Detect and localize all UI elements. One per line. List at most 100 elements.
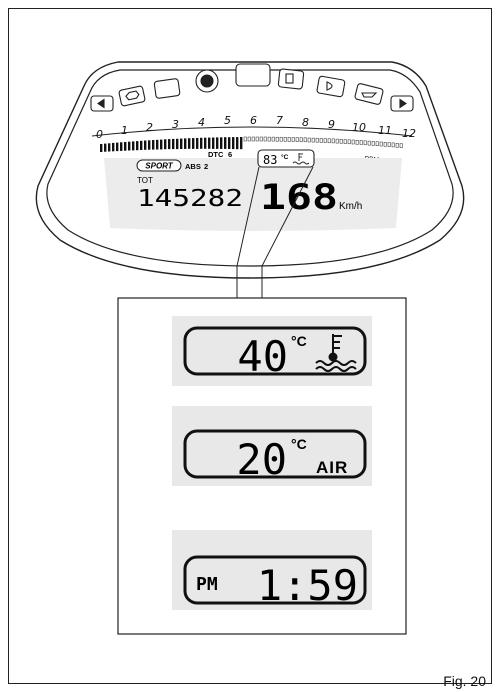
tacho-segment: [359, 140, 363, 145]
tacho-segment: [232, 137, 235, 150]
tacho-segment: [399, 143, 403, 148]
neutral-icon: [153, 78, 181, 99]
tacho-segment: [299, 137, 303, 142]
speed-unit: Km/h: [339, 201, 362, 212]
blank-icon: [235, 63, 271, 87]
tacho-segment: [172, 138, 175, 150]
tacho-11: 11: [378, 124, 392, 137]
abs-label: ABS: [185, 162, 201, 171]
tacho-segment: [379, 141, 383, 147]
tacho-segment: [180, 138, 183, 149]
tacho-segment: [116, 142, 119, 152]
tacho-0: 0: [96, 128, 103, 141]
tacho-segment: [259, 136, 263, 142]
tacho-segment: [247, 136, 251, 142]
tacho-segment: [275, 136, 279, 142]
tacho-segment: [184, 138, 187, 149]
tacho-segment: [243, 136, 247, 142]
air-display-unit: °C: [291, 436, 307, 452]
tacho-segment: [351, 139, 355, 145]
tacho-12: 12: [402, 127, 416, 140]
tacho-segment: [283, 137, 287, 142]
tacho-segment: [236, 137, 239, 150]
tacho-segment: [140, 140, 143, 150]
tacho-segment: [383, 142, 387, 147]
tacho-segment: [132, 141, 135, 151]
tacho-segment: [104, 143, 107, 152]
tacho-segment: [152, 140, 155, 150]
tacho-segment: [255, 136, 259, 142]
tacho-segment: [295, 137, 299, 142]
tacho-segment: [100, 144, 103, 152]
tacho-segment: [331, 138, 335, 144]
tacho-segment: [240, 137, 243, 150]
tacho-10: 10: [352, 121, 366, 134]
tacho-segment: [307, 137, 311, 143]
fuel-icon: [277, 68, 305, 90]
tacho-segment: [148, 140, 151, 150]
tacho-segment: [212, 137, 215, 149]
tacho-segment: [319, 138, 323, 143]
instrument-diagram: 0 1 2 3 4 5 6 7 8 9 10 11 12 RPM x 1000 …: [35, 61, 465, 635]
tacho-segment: [303, 137, 307, 143]
tacho-segment: [120, 142, 123, 151]
tacho-4: 4: [198, 116, 205, 129]
clock-display-prefix: PM: [196, 574, 218, 595]
tacho-segment: [311, 137, 315, 143]
tacho-segment: [343, 139, 347, 144]
tacho-6: 6: [250, 114, 257, 127]
tacho-segment: [112, 142, 115, 152]
tacho-segment: [375, 141, 379, 146]
tacho-segment: [363, 140, 367, 146]
tacho-segment: [168, 139, 171, 150]
tacho-segment: [224, 137, 227, 149]
tacho-segment: [188, 138, 191, 149]
tacho-segment: [220, 137, 223, 149]
tacho-segment: [136, 141, 139, 151]
tacho-9: 9: [328, 118, 335, 131]
tacho-segment: [391, 142, 395, 148]
clock-display-value: 1:59: [257, 561, 358, 610]
odometer-value: 145282: [137, 186, 243, 212]
figure-label: Fig. 20: [443, 673, 486, 689]
tacho-segment: [208, 137, 211, 149]
tot-label: TOT: [137, 176, 153, 185]
abs-value: 2: [204, 162, 208, 171]
tacho-segment: [291, 137, 295, 142]
tacho-segment: [200, 137, 203, 149]
tacho-segment: [371, 141, 375, 146]
sport-mode-label: SPORT: [145, 162, 174, 171]
tacho-8: 8: [302, 116, 309, 129]
dtc-value: 6: [228, 150, 232, 159]
tacho-segment: [339, 139, 343, 144]
tacho-segment: [192, 138, 195, 149]
tacho-segment: [204, 137, 207, 149]
temp-display-unit: °C: [291, 333, 307, 349]
tacho-segment: [271, 136, 275, 142]
tacho-3: 3: [172, 118, 179, 131]
tacho-segment: [267, 136, 271, 142]
tacho-1: 1: [121, 124, 128, 137]
dtc-label: DTC: [208, 150, 224, 159]
tacho-segment: [327, 138, 331, 144]
lcd-temp-unit: °C: [281, 153, 289, 161]
tacho-segment: [279, 136, 283, 142]
tacho-segment: [176, 138, 179, 150]
tacho-segment: [144, 140, 147, 150]
tacho-segment: [367, 140, 371, 146]
tacho-7: 7: [276, 114, 283, 127]
tacho-segment: [156, 139, 159, 150]
tacho-segment: [355, 140, 359, 145]
air-display-value: 20: [236, 435, 287, 484]
tacho-segment: [347, 139, 351, 145]
tacho-segment: [387, 142, 391, 147]
tacho-segment: [251, 136, 255, 142]
tacho-segment: [196, 138, 199, 149]
tacho-segment: [124, 142, 127, 151]
tacho-segment: [216, 137, 219, 149]
tacho-segment: [160, 139, 163, 150]
tacho-segment: [128, 141, 131, 151]
tacho-segment: [335, 138, 339, 144]
tacho-segment: [263, 136, 267, 142]
tacho-segment: [108, 143, 111, 152]
